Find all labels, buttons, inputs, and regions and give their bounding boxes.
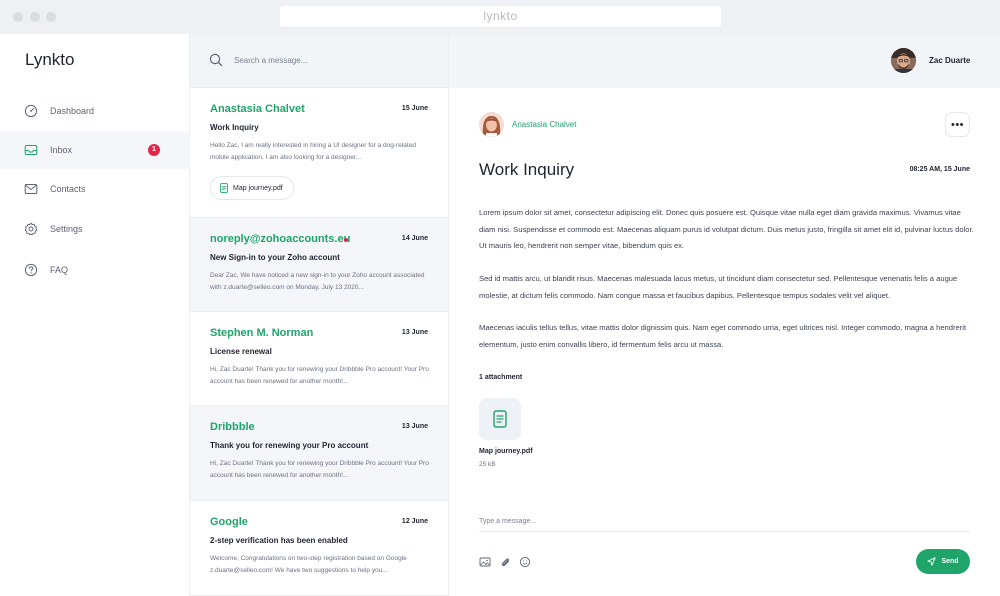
message-item[interactable]: noreply@zohoaccounts.eu 14 June New Sign…	[190, 218, 448, 312]
message-list: Anastasia Chalvet 15 June Work Inquiry H…	[190, 34, 449, 596]
message-sender: Stephen M. Norman	[210, 327, 314, 339]
message-date: 12 June	[401, 518, 428, 525]
message-input[interactable]	[479, 512, 970, 532]
sender-portrait	[479, 112, 504, 137]
app-logo: Lynkto	[25, 50, 75, 69]
message-sender: noreply@zohoaccounts.eu	[210, 233, 351, 245]
message-item[interactable]: Anastasia Chalvet 15 June Work Inquiry H…	[190, 88, 448, 218]
sidebar-item-dashboard[interactable]: Dashboard	[0, 92, 189, 130]
send-icon	[927, 557, 937, 566]
message-date: 15 June	[401, 105, 428, 112]
top-bar: Zac Duarte	[449, 34, 1000, 88]
message-preview: Dear Zac, We have noticed a new sign-in …	[210, 272, 425, 291]
message-subject: License renewal	[210, 347, 272, 356]
attachment-count: 1 attachment	[479, 374, 523, 381]
user-name[interactable]: Zac Duarte	[929, 56, 970, 65]
email-paragraph: Sed id mattis arcu, ut blandit risus. Ma…	[479, 274, 958, 300]
send-button-label: Send	[941, 558, 959, 565]
message-item[interactable]: Google 12 June 2-step verification has b…	[190, 501, 448, 596]
attachment-chip[interactable]: Map journey.pdf	[210, 176, 294, 200]
sidebar-item-settings[interactable]: Settings	[0, 210, 189, 248]
email-paragraph: Maecenas iaculis tellus tellus, vitae ma…	[479, 323, 967, 349]
message-date: 13 June	[401, 423, 428, 430]
document-icon	[220, 183, 228, 193]
emoji-icon[interactable]	[519, 556, 531, 568]
sidebar-item-label: Settings	[50, 224, 83, 234]
message-preview: Hi, Zac Duarte! Thank you for renewing y…	[210, 460, 429, 479]
inbox-icon	[24, 145, 38, 155]
message-subject: Thank you for renewing your Pro account	[210, 441, 369, 450]
more-options-button[interactable]: •••	[945, 112, 970, 137]
address-bar[interactable]: lynkto	[280, 6, 721, 27]
search-icon	[209, 53, 223, 67]
email-subject: Work Inquiry	[479, 160, 575, 179]
email-timestamp: 08:25 AM, 15 June	[909, 166, 970, 173]
sidebar-item-label: Dashboard	[50, 106, 95, 116]
unread-indicator	[344, 238, 348, 242]
message-date: 13 June	[401, 329, 428, 336]
message-preview: Welcome, Congratulations on two-step reg…	[210, 555, 407, 574]
unread-count-badge: 1	[148, 144, 160, 156]
email-paragraph: Lorem ipsum dolor sit amet, consectetur …	[479, 208, 974, 250]
message-date: 14 June	[401, 235, 428, 242]
question-icon	[24, 263, 38, 277]
window-close-dot[interactable]	[13, 12, 23, 22]
message-item[interactable]: Stephen M. Norman 13 June License renewa…	[190, 312, 448, 406]
message-item[interactable]: Dribbble 13 June Thank you for renewing …	[190, 406, 448, 501]
document-icon	[493, 410, 507, 428]
gauge-icon	[24, 104, 38, 118]
search-input[interactable]	[234, 52, 434, 68]
message-preview: Hello Zac, I am really interested in hir…	[210, 142, 416, 161]
attachment-chip-label: Map journey.pdf	[233, 184, 283, 192]
sidebar-item-inbox[interactable]: Inbox 1	[0, 131, 189, 169]
reading-pane: Zac Duarte Anastasia Chalvet ••• Work In…	[449, 34, 1000, 596]
attachment-size: 25 kB	[479, 461, 496, 468]
paperclip-icon[interactable]	[499, 556, 511, 568]
image-icon[interactable]	[479, 556, 491, 568]
attachment-tile[interactable]	[479, 398, 521, 440]
message-subject: New Sign-in to your Zoho account	[210, 253, 340, 262]
message-subject: 2-step verification has been enabled	[210, 536, 348, 545]
browser-chrome: lynkto	[0, 0, 1000, 34]
message-sender: Anastasia Chalvet	[210, 103, 305, 115]
message-sender: Dribbble	[210, 421, 255, 433]
attachment-name[interactable]: Map journey.pdf	[479, 448, 533, 455]
sidebar-item-label: FAQ	[50, 265, 69, 275]
sidebar: Lynkto Dashboard Inbox 1 Contacts Settin…	[0, 34, 190, 596]
user-avatar[interactable]	[891, 48, 916, 73]
user-portrait	[891, 48, 916, 73]
send-button[interactable]: Send	[916, 549, 970, 574]
contacts-icon	[24, 184, 38, 194]
message-subject: Work Inquiry	[210, 123, 259, 132]
gear-icon	[24, 222, 38, 236]
sender-name[interactable]: Anastasia Chalvet	[512, 120, 576, 129]
sidebar-item-faq[interactable]: FAQ	[0, 251, 189, 289]
message-preview: Hi, Zac Duarte! Thank you for renewing y…	[210, 366, 429, 385]
sidebar-item-contacts[interactable]: Contacts	[0, 170, 189, 208]
app-window: lynkto Lynkto Dashboard Inbox 1 Contacts…	[0, 0, 1000, 596]
sidebar-item-label: Contacts	[50, 184, 86, 194]
message-sender: Google	[210, 516, 248, 528]
sidebar-item-label: Inbox	[50, 145, 73, 155]
window-maximize-dot[interactable]	[46, 12, 56, 22]
search-bar	[190, 34, 448, 88]
window-minimize-dot[interactable]	[30, 12, 40, 22]
sender-avatar	[479, 112, 504, 137]
